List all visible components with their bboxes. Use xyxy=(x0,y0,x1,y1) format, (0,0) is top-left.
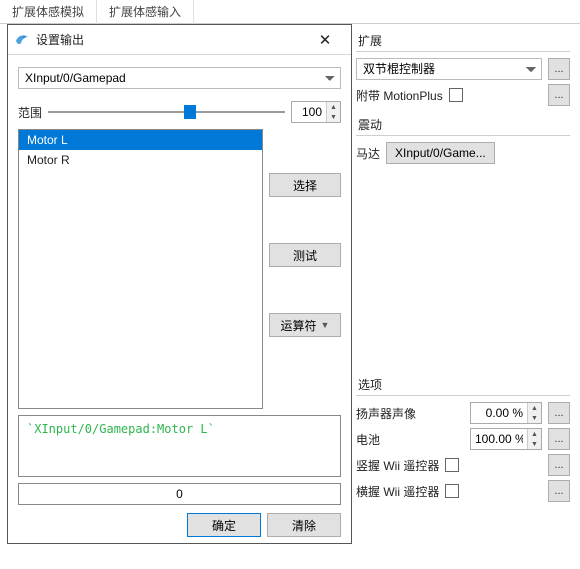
battery-down[interactable]: ▼ xyxy=(528,439,541,449)
select-button[interactable]: 选择 xyxy=(269,173,341,197)
battery-spinner[interactable]: ▲ ▼ xyxy=(470,428,542,450)
speaker-pan-up[interactable]: ▲ xyxy=(528,403,541,413)
dialog-title: 设置输出 xyxy=(36,31,305,48)
background-tabs: 扩展体感模拟 扩展体感输入 xyxy=(0,0,580,24)
test-button[interactable]: 测试 xyxy=(269,243,341,267)
tab-extension-motion-sim[interactable]: 扩展体感模拟 xyxy=(0,0,97,24)
motionplus-label: 附带 MotionPlus xyxy=(356,87,443,104)
battery-config-button[interactable]: ... xyxy=(548,428,570,450)
battery-input[interactable] xyxy=(471,429,527,449)
section-title-extension: 扩展 xyxy=(356,32,570,49)
range-down[interactable]: ▼ xyxy=(327,112,340,122)
range-input[interactable] xyxy=(292,102,326,122)
speaker-pan-spinner[interactable]: ▲ ▼ xyxy=(470,402,542,424)
dialog-titlebar[interactable]: 设置输出 ✕ xyxy=(8,25,351,55)
motor-button[interactable]: XInput/0/Game... xyxy=(386,142,495,164)
section-title-rumble: 震动 xyxy=(356,116,570,133)
clear-button[interactable]: 清除 xyxy=(267,513,341,537)
tab-extension-motion-input[interactable]: 扩展体感输入 xyxy=(97,0,194,24)
horizontal-wiimote-label: 横握 Wii 遥控器 xyxy=(356,483,439,500)
battery-up[interactable]: ▲ xyxy=(528,429,541,439)
device-combo[interactable]: XInput/0/Gamepad xyxy=(18,67,341,89)
horizontal-wiimote-config-button[interactable]: ... xyxy=(548,480,570,502)
section-title-options: 选项 xyxy=(356,376,570,393)
ok-button[interactable]: 确定 xyxy=(187,513,261,537)
speaker-pan-config-button[interactable]: ... xyxy=(548,402,570,424)
range-up[interactable]: ▲ xyxy=(327,102,340,112)
motor-label: 马达 xyxy=(356,145,380,162)
horizontal-wiimote-checkbox[interactable] xyxy=(445,484,459,498)
divider xyxy=(356,135,570,136)
motionplus-checkbox[interactable] xyxy=(449,88,463,102)
motionplus-config-button[interactable]: ... xyxy=(548,84,570,106)
expression-box[interactable]: `XInput/0/Gamepad:Motor L` xyxy=(18,415,341,477)
battery-label: 电池 xyxy=(356,431,380,448)
range-slider[interactable] xyxy=(48,102,285,122)
vertical-wiimote-config-button[interactable]: ... xyxy=(548,454,570,476)
range-spinner[interactable]: ▲ ▼ xyxy=(291,101,341,123)
list-item[interactable]: Motor L xyxy=(19,130,262,150)
vertical-wiimote-checkbox[interactable] xyxy=(445,458,459,472)
preview-value-field[interactable] xyxy=(18,483,341,505)
extension-config-button[interactable]: ... xyxy=(548,58,570,80)
set-output-dialog: 设置输出 ✕ XInput/0/Gamepad 范围 ▲ ▼ xyxy=(7,24,352,544)
operator-button-label: 运算符 xyxy=(281,317,317,334)
dialog-close-button[interactable]: ✕ xyxy=(305,26,345,54)
divider xyxy=(356,51,570,52)
list-item[interactable]: Motor R xyxy=(19,150,262,170)
chevron-down-icon: ▼ xyxy=(321,320,330,330)
speaker-pan-input[interactable] xyxy=(471,403,527,423)
speaker-pan-label: 扬声器声像 xyxy=(356,405,416,422)
output-listbox[interactable]: Motor L Motor R xyxy=(18,129,263,409)
operator-button[interactable]: 运算符 ▼ xyxy=(269,313,341,337)
divider xyxy=(356,395,570,396)
speaker-pan-down[interactable]: ▼ xyxy=(528,413,541,423)
dolphin-icon xyxy=(14,32,30,48)
vertical-wiimote-label: 竖握 Wii 遥控器 xyxy=(356,457,439,474)
extension-combo[interactable]: 双节棍控制器 xyxy=(356,58,542,80)
range-label: 范围 xyxy=(18,104,42,121)
